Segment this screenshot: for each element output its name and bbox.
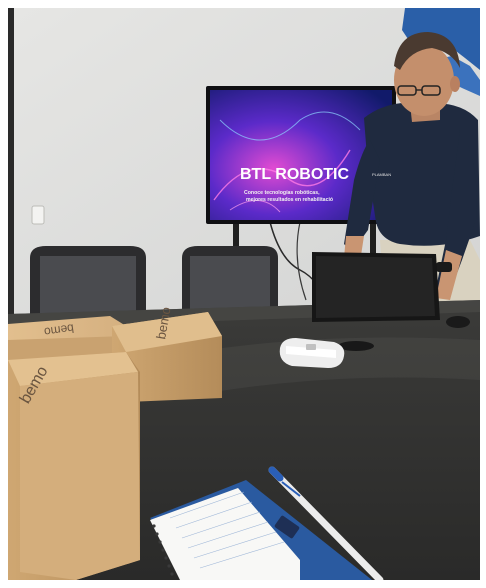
light-switch bbox=[31, 205, 45, 225]
laptop bbox=[312, 252, 440, 322]
tv-subtitle-1: Conoce tecnologías robóticas, bbox=[244, 190, 320, 196]
computer-mouse bbox=[446, 316, 470, 328]
box-front: bemo bbox=[8, 352, 140, 580]
tv-title: BTL ROBOTIC bbox=[240, 166, 349, 183]
shirt-logo: PLAMBAN bbox=[372, 172, 391, 177]
chair-middle bbox=[182, 246, 278, 314]
right-border bbox=[480, 0, 486, 588]
left-wall-edge bbox=[8, 8, 14, 328]
white-device bbox=[279, 338, 345, 368]
tv-subtitle-2: mejores resultados en rehabilitació bbox=[246, 197, 333, 203]
chair-left bbox=[30, 246, 146, 318]
photo-frame: BTL ROBOTIC Conoce tecnologías robóticas… bbox=[0, 0, 486, 588]
watch bbox=[436, 262, 452, 272]
scene: BTL ROBOTIC Conoce tecnologías robóticas… bbox=[0, 0, 486, 588]
bottom-border bbox=[0, 580, 486, 588]
